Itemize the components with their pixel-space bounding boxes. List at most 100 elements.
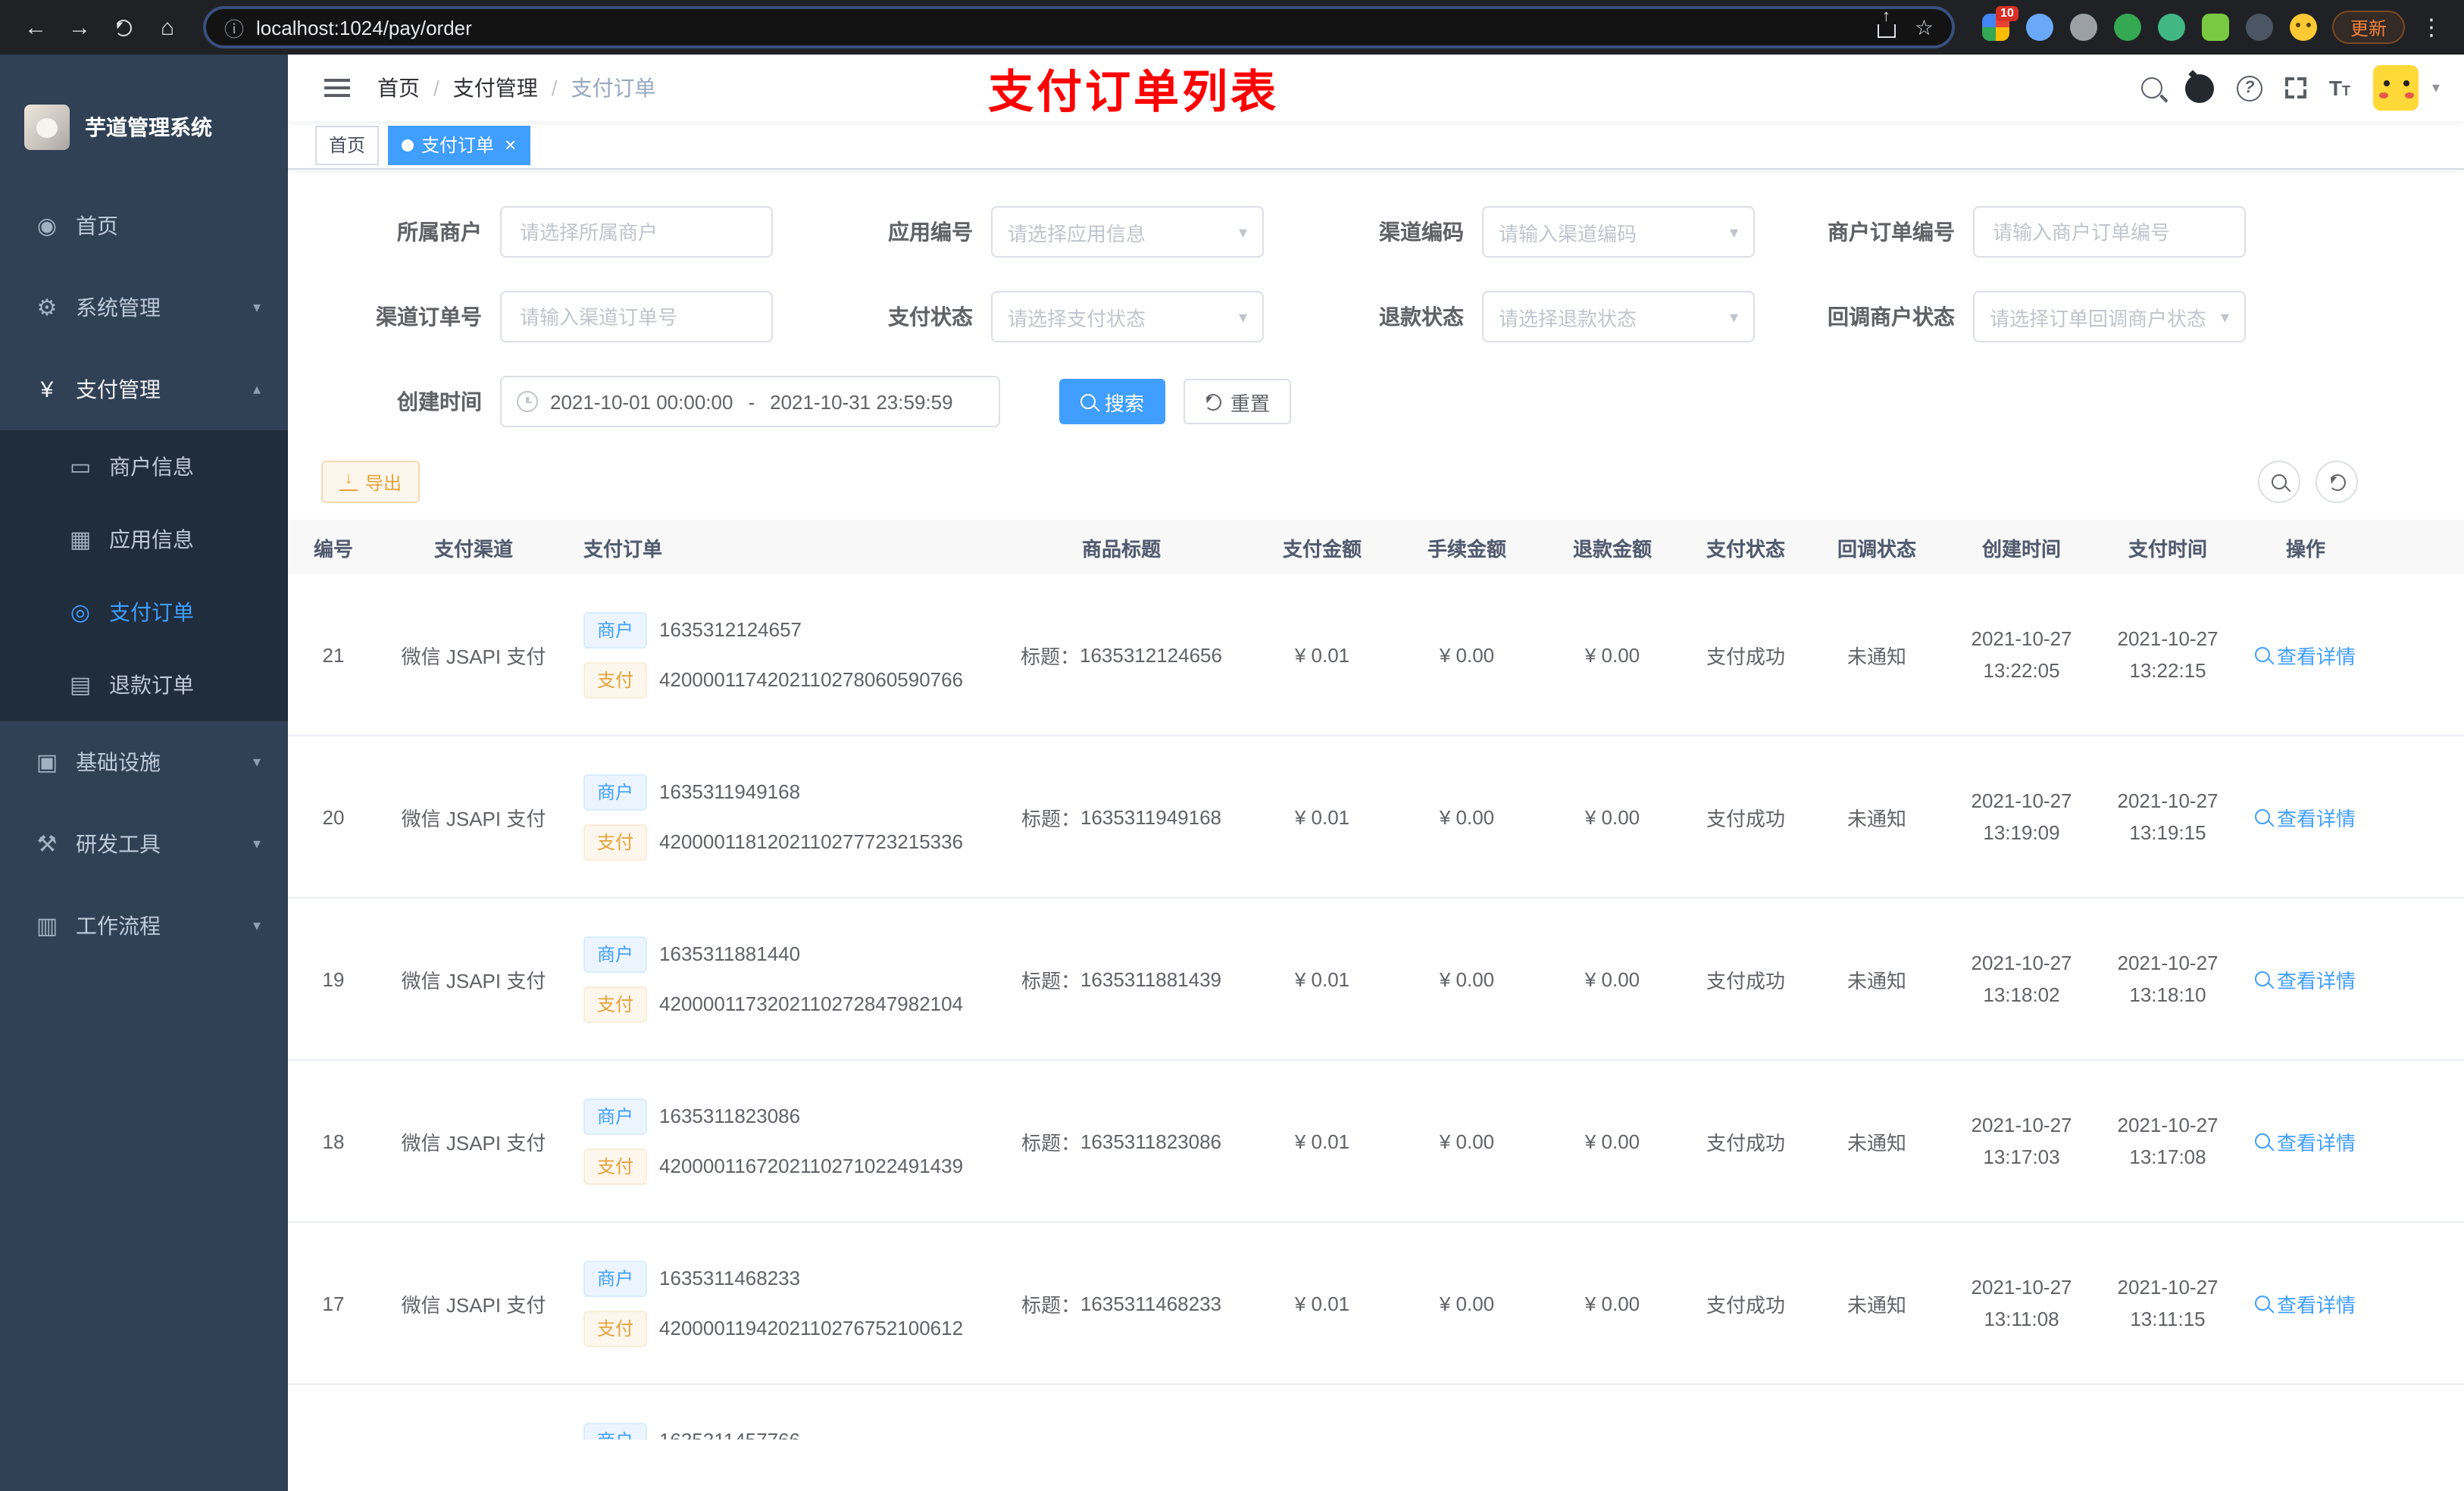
cell-id: 19 (322, 967, 345, 990)
bookmark-star-icon[interactable]: ☆ (1915, 14, 1934, 40)
view-detail-link[interactable]: 查看详情 (2255, 640, 2356, 669)
forward-icon[interactable]: → (59, 7, 100, 48)
channel-code-select[interactable]: 请输入渠道编码 ▾ (1482, 206, 1755, 258)
emoji-extension-icon[interactable] (2289, 14, 2317, 41)
cell-refund: ¥ 0.00 (1584, 1292, 1640, 1314)
merchant-input[interactable] (500, 206, 773, 258)
refund-status-select[interactable]: 请选择退款状态 ▾ (1482, 291, 1755, 342)
browser-menu-icon[interactable]: ⋮ (2420, 14, 2443, 41)
notify-status-select[interactable]: 请选择订单回调商户状态 ▾ (1973, 291, 2246, 342)
close-icon[interactable]: × (505, 135, 516, 155)
share-icon[interactable] (1878, 8, 1896, 38)
date-range-picker[interactable]: 2021-10-01 00:00:00 - 2021-10-31 23:59:5… (500, 376, 1000, 427)
avatar[interactable] (2372, 65, 2419, 111)
search-button[interactable]: 搜索 (1059, 379, 1166, 424)
cell-product-title: 标题： 1635311949168 (1021, 805, 1222, 830)
channel-pay-no: 4200001173202110272847982104 (659, 992, 964, 1015)
extension-icon[interactable] (2113, 14, 2141, 41)
sidebar-item-payment[interactable]: ¥ 支付管理 ▴ (0, 349, 288, 430)
main-area: 首页 / 支付管理 / 支付订单 支付订单列表 ? TT ▾ 首页 支付订单 ×… (288, 55, 2464, 1491)
hamburger-icon[interactable] (312, 77, 362, 98)
view-detail-link[interactable]: 查看详情 (2255, 1127, 2356, 1155)
pay-tag: 支付 (583, 986, 648, 1022)
sidebar-item-home[interactable]: ◉ 首页 (0, 185, 288, 267)
breadcrumb-home[interactable]: 首页 (377, 73, 420, 103)
active-dot-icon (402, 139, 414, 151)
cell-channel: 微信 JSAPI 支付 (401, 1293, 546, 1316)
search-icon (2255, 809, 2271, 824)
cell-pay-time: 2021-10-27 13:11:15 (2117, 1275, 2219, 1330)
address-bar[interactable]: ⓘ localhost:1024/pay/order ☆ (203, 6, 1955, 48)
cell-action: 查看详情 (2240, 1127, 2372, 1155)
view-detail-link[interactable]: 查看详情 (2255, 1289, 2356, 1318)
view-detail-link[interactable]: 查看详情 (2255, 802, 2356, 831)
cell-action: 查看详情 (2240, 640, 2372, 669)
tab-home[interactable]: 首页 (315, 125, 380, 164)
cell-create-time: 2021-10-27 13:19:09 (1971, 789, 2072, 844)
back-icon[interactable]: ← (15, 7, 56, 48)
merchant-tag: 商户 (583, 1260, 648, 1296)
sidebar-item-pay-order[interactable]: ◎ 支付订单 (0, 576, 288, 649)
sidebar-item-app-info[interactable]: ▦ 应用信息 (0, 503, 288, 576)
browser-update-button[interactable]: 更新 (2331, 11, 2405, 44)
sidebar-item-refund-order[interactable]: ▤ 退款订单 (0, 649, 288, 721)
site-info-icon[interactable]: ⓘ (224, 13, 244, 42)
extension-icon[interactable] (2069, 14, 2097, 41)
extension-badge: 10 (1996, 6, 2018, 21)
fullscreen-icon[interactable] (2284, 77, 2306, 98)
app-select[interactable]: 请选择应用信息 ▾ (991, 206, 1264, 258)
chevron-down-icon: ▾ (252, 836, 261, 852)
view-detail-link[interactable]: 查看详情 (2255, 964, 2356, 993)
sidebar-item-merchant-info[interactable]: ▭ 商户信息 (0, 430, 288, 503)
annotation-title: 支付订单列表 (988, 68, 1279, 118)
question-icon[interactable]: ? (2236, 75, 2262, 101)
cell-pay-time: 2021-10-27 13:18:10 (2117, 951, 2219, 1006)
chevron-up-icon: ▴ (252, 381, 261, 398)
filter-form: 所属商户 应用编号 请选择应用信息 ▾ 渠道编码 (288, 170, 2464, 427)
reload-icon[interactable] (103, 7, 144, 48)
export-button[interactable]: 导出 (321, 461, 421, 503)
cell-order: 商户 1635311457766 支付 (568, 1422, 993, 1439)
merchant-order-no-input[interactable] (1973, 206, 2246, 258)
pay-tag: 支付 (583, 661, 648, 698)
cell-notify-status: 未通知 (1846, 1131, 1906, 1154)
sidebar-item-workflow[interactable]: ▥ 工作流程 ▾ (0, 885, 288, 967)
vue-devtools-extension-icon[interactable] (2157, 14, 2185, 41)
search-toggle-button[interactable] (2258, 461, 2300, 503)
cell-fee: ¥ 0.00 (1439, 805, 1495, 828)
sidebar-item-dev-tools[interactable]: ⚒ 研发工具 ▾ (0, 803, 288, 885)
cell-amount: ¥ 0.01 (1294, 1292, 1350, 1314)
tab-pay-order[interactable]: 支付订单 × (388, 125, 530, 164)
pay-status-select[interactable]: 请选择支付状态 ▾ (991, 291, 1264, 342)
monitor-icon: ▣ (36, 750, 58, 776)
refresh-button[interactable] (2315, 461, 2358, 503)
filter-app: 应用编号 请选择应用信息 ▾ (812, 206, 1264, 258)
extension-icon[interactable] (2201, 14, 2229, 41)
breadcrumb-payment[interactable]: 支付管理 (453, 73, 538, 103)
url-text: localhost:1024/pay/order (256, 16, 472, 39)
cell-product-title: 标题： 1635311823086 (1021, 1130, 1222, 1154)
avatar-caret-icon[interactable]: ▾ (2432, 80, 2440, 96)
cell-fee: ¥ 0.00 (1439, 1130, 1495, 1152)
sidebar-item-infrastructure[interactable]: ▣ 基础设施 ▾ (0, 721, 288, 803)
extension-icon[interactable] (2245, 14, 2273, 41)
cell-product-title: 标题： 1635312124656 (1020, 643, 1222, 667)
sidebar-item-system[interactable]: ⚙ 系统管理 ▾ (0, 267, 288, 349)
date-separator: - (748, 390, 755, 413)
extension-icon[interactable] (2025, 14, 2053, 41)
home-icon[interactable]: ⌂ (147, 7, 188, 48)
channel-order-no-input[interactable] (500, 291, 773, 342)
filter-row: 渠道订单号 支付状态 请选择支付状态 ▾ 退款状态 (321, 291, 2464, 342)
search-icon[interactable] (2140, 77, 2162, 98)
reset-button[interactable]: 重置 (1184, 379, 1292, 424)
search-icon (2272, 474, 2287, 489)
font-size-icon[interactable]: TT (2329, 77, 2350, 98)
github-icon[interactable] (2184, 73, 2214, 102)
filter-create-time: 创建时间 2021-10-01 00:00:00 - 2021-10-31 23… (321, 376, 1000, 427)
chevron-down-icon: ▾ (2220, 308, 2229, 327)
search-icon (2255, 971, 2271, 986)
cell-channel: 微信 JSAPI 支付 (401, 807, 546, 830)
extension-icon[interactable]: 10 (1981, 6, 2018, 41)
merchant-tag: 商户 (583, 936, 648, 972)
cell-fee: ¥ 0.00 (1439, 643, 1495, 666)
